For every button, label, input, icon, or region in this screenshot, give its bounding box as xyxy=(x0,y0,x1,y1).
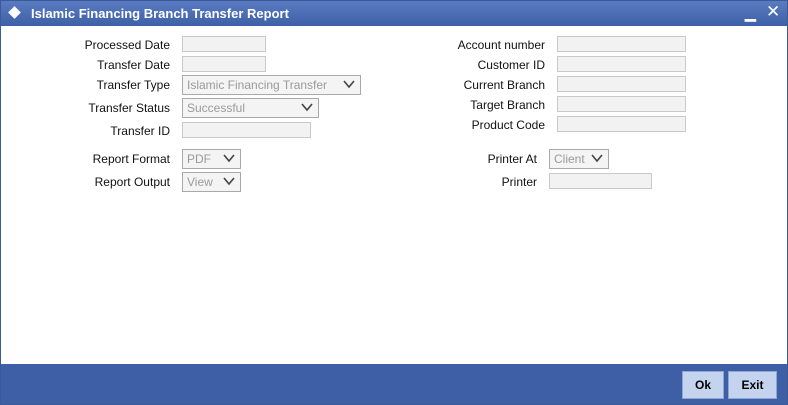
transfer-date-label: Transfer Date xyxy=(97,58,170,72)
current-branch-label: Current Branch xyxy=(463,78,545,92)
processed-date-label: Processed Date xyxy=(84,38,170,52)
chevron-down-icon xyxy=(342,77,356,91)
transfer-id-field[interactable] xyxy=(182,122,311,138)
customer-id-field[interactable] xyxy=(557,56,686,72)
transfer-status-select[interactable]: Successful xyxy=(182,98,319,118)
processed-date-field[interactable] xyxy=(182,36,266,52)
printer-at-value: Client xyxy=(554,152,585,166)
chevron-down-icon xyxy=(222,174,236,188)
exit-button[interactable]: Exit xyxy=(728,371,777,399)
footer-bar xyxy=(1,364,787,404)
transfer-status-label: Transfer Status xyxy=(88,101,170,115)
chevron-down-icon xyxy=(222,151,236,165)
chevron-down-icon xyxy=(300,100,314,114)
report-format-select[interactable]: PDF xyxy=(182,149,241,169)
printer-at-select[interactable]: Client xyxy=(549,149,609,169)
printer-at-label: Printer At xyxy=(487,152,537,166)
window-title: Islamic Financing Branch Transfer Report xyxy=(31,6,289,21)
target-branch-label: Target Branch xyxy=(470,98,545,112)
account-number-label: Account number xyxy=(457,38,545,52)
transfer-type-select[interactable]: Islamic Financing Transfer xyxy=(182,75,361,95)
product-code-label: Product Code xyxy=(471,118,545,132)
window-diamond-icon xyxy=(8,6,21,19)
current-branch-field[interactable] xyxy=(557,76,686,92)
ok-button[interactable]: Ok xyxy=(682,371,724,399)
report-output-value: View xyxy=(187,175,213,189)
product-code-field[interactable] xyxy=(557,116,686,132)
report-format-label: Report Format xyxy=(92,152,170,166)
chevron-down-icon xyxy=(590,151,604,165)
report-output-label: Report Output xyxy=(94,175,170,189)
minimize-icon[interactable]: ▁ xyxy=(745,5,756,22)
close-icon[interactable]: ✕ xyxy=(766,2,780,22)
transfer-type-value: Islamic Financing Transfer xyxy=(187,78,328,92)
report-output-select[interactable]: View xyxy=(182,172,241,192)
transfer-date-field[interactable] xyxy=(182,56,266,72)
report-window: Islamic Financing Branch Transfer Report… xyxy=(0,0,788,405)
printer-label: Printer xyxy=(501,175,537,189)
report-format-value: PDF xyxy=(187,152,211,166)
printer-field[interactable] xyxy=(549,173,652,189)
transfer-type-label: Transfer Type xyxy=(96,78,170,92)
account-number-field[interactable] xyxy=(557,36,686,52)
target-branch-field[interactable] xyxy=(557,96,686,112)
transfer-id-label: Transfer ID xyxy=(110,124,170,138)
title-bar: Islamic Financing Branch Transfer Report… xyxy=(1,1,787,26)
customer-id-label: Customer ID xyxy=(477,58,545,72)
transfer-status-value: Successful xyxy=(187,101,246,115)
